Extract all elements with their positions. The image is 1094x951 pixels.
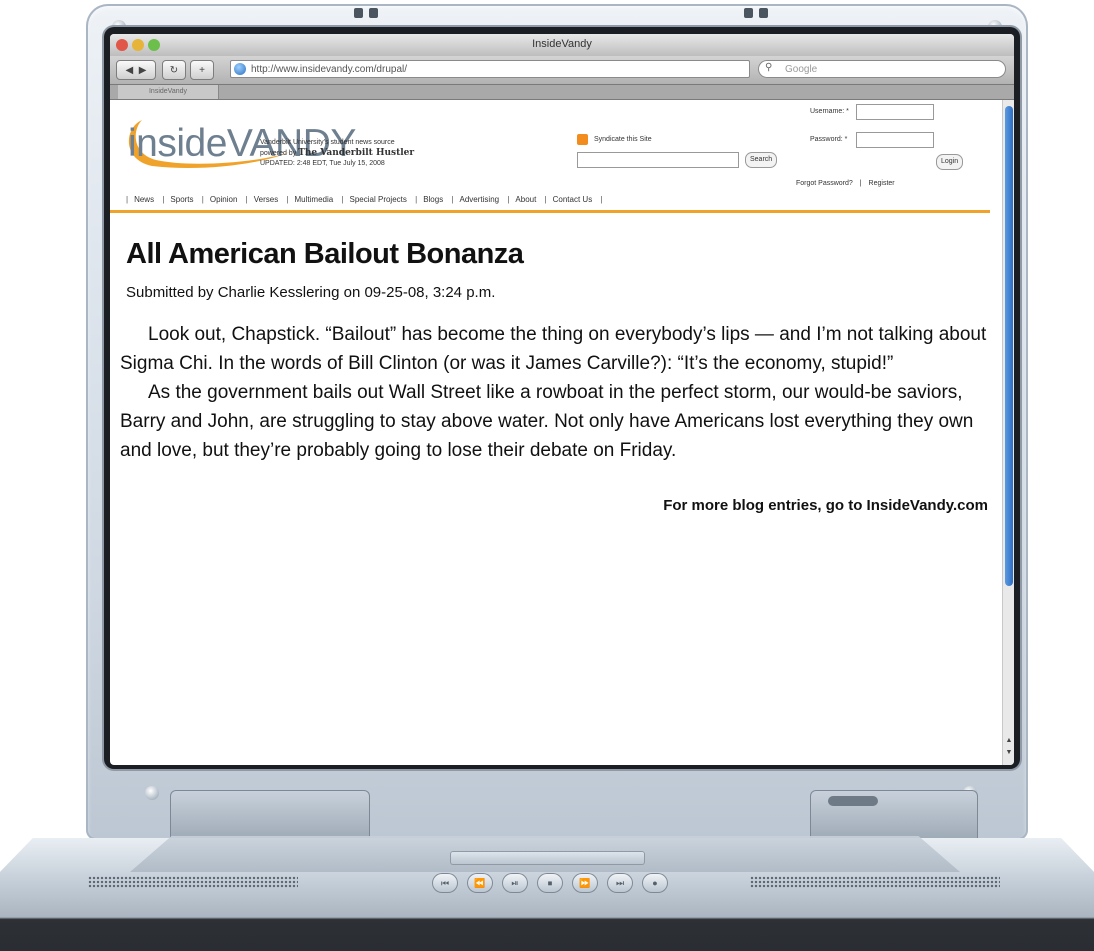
media-button-row: ⏮ ⏪ ⏯ ⏹ ⏩ ⏭ ● [432,873,668,897]
add-bookmark-icon: + [199,64,205,76]
add-bookmark-button[interactable]: + [190,60,214,80]
lid-latch [354,8,378,18]
left-speaker-grille [88,876,298,888]
nav-item-about[interactable]: About [515,195,536,204]
nav-item-verses[interactable]: Verses [254,195,278,204]
syndicate-label: Syndicate this Site [594,136,652,143]
globe-icon [234,63,246,75]
media-button[interactable]: ⏯ [502,873,528,893]
search-magnifier-icon: ⚲ [765,62,773,73]
site-tagline: Vanderbilt University's student news sou… [260,138,414,169]
browser-window: InsideVandy ◀ ▶ ↻ + http://www.insidevan… [110,34,1014,765]
article-body: Look out, Chapstick. “Bailout” has becom… [120,320,1000,465]
status-led-panel [828,796,878,806]
title-bar: InsideVandy [110,34,1014,57]
site-search-button[interactable]: Search [745,152,778,168]
tagline-line3: UPDATED: 2:48 EDT, Tue July 15, 2008 [260,160,385,167]
password-label: Password: * [810,136,848,143]
web-page: insideVANDY Vanderbilt University's stud… [110,100,1002,765]
site-search-input[interactable] [577,152,739,168]
lid-latch [744,8,768,18]
media-button[interactable]: ⏭ [607,873,633,893]
back-icon[interactable]: ◀ [126,65,134,76]
right-speaker-grille [750,876,1000,888]
left-hinge [170,790,370,844]
rss-icon [577,134,588,145]
syndicate-link[interactable]: Syndicate this Site [577,134,652,145]
screw-icon [145,786,159,800]
vertical-scrollbar[interactable]: ▲ ▼ [1002,100,1014,765]
login-links: Forgot Password? | Register [796,180,895,187]
forward-icon[interactable]: ▶ [139,65,147,76]
nav-divider [110,210,990,213]
tagline-line2: powered by The Vanderbilt Hustler [260,148,414,159]
address-bar[interactable]: http://www.insidevandy.com/drupal/ [230,60,750,78]
more-blog-entries-link[interactable]: For more blog entries, go to InsideVandy… [663,497,988,514]
media-button[interactable]: ⏹ [537,873,563,893]
scroll-down-icon[interactable]: ▼ [1005,747,1013,759]
touchpad-lip [450,851,645,865]
tagline-paper: The Vanderbilt Hustler [298,148,415,158]
nav-item-special-projects[interactable]: Special Projects [350,195,407,204]
username-label: Username: * [810,108,849,115]
username-field[interactable] [856,104,934,120]
media-button[interactable]: ⏪ [467,873,493,893]
window-title: InsideVandy [532,38,592,50]
search-placeholder: Google [785,64,818,75]
password-field[interactable] [856,132,934,148]
media-button[interactable]: ⏩ [572,873,598,893]
browser-toolbar: ◀ ▶ ↻ + http://www.insidevandy.com/drupa… [110,56,1014,85]
media-button[interactable]: ● [642,873,668,893]
scroll-thumb[interactable] [1005,106,1013,586]
article-paragraph: As the government bails out Wall Street … [120,382,974,461]
nav-item-contact-us[interactable]: Contact Us [553,195,593,204]
nav-item-news[interactable]: News [134,195,154,204]
article-paragraph: Look out, Chapstick. “Bailout” has becom… [120,324,987,374]
nav-item-advertising[interactable]: Advertising [460,195,500,204]
nav-item-sports[interactable]: Sports [170,195,193,204]
register-link[interactable]: Register [869,180,895,187]
nav-item-opinion[interactable]: Opinion [210,195,238,204]
back-forward-buttons[interactable]: ◀ ▶ [116,60,156,80]
tagline-powered-by: powered by [260,150,297,157]
login-button[interactable]: Login [936,154,964,170]
article-title: All American Bailout Bonanza [126,238,524,270]
site-nav: | News | Sports | Opinion | Verses | Multimed… [126,195,603,204]
tab-bar: InsideVandy [110,85,1014,100]
reload-icon: ↻ [169,64,179,76]
scroll-up-icon[interactable]: ▲ [1005,735,1013,747]
forgot-password-link[interactable]: Forgot Password? [796,180,853,187]
browser-search-input[interactable]: Google [758,60,1006,78]
tab-insidevandy[interactable]: InsideVandy [118,85,219,99]
reload-button[interactable]: ↻ [162,60,186,80]
nav-item-blogs[interactable]: Blogs [423,195,443,204]
article-byline: Submitted by Charlie Kesslering on 09-25… [126,284,496,301]
nav-item-multimedia[interactable]: Multimedia [295,195,334,204]
media-button[interactable]: ⏮ [432,873,458,893]
tagline-line1: Vanderbilt University's student news sou… [260,139,395,146]
